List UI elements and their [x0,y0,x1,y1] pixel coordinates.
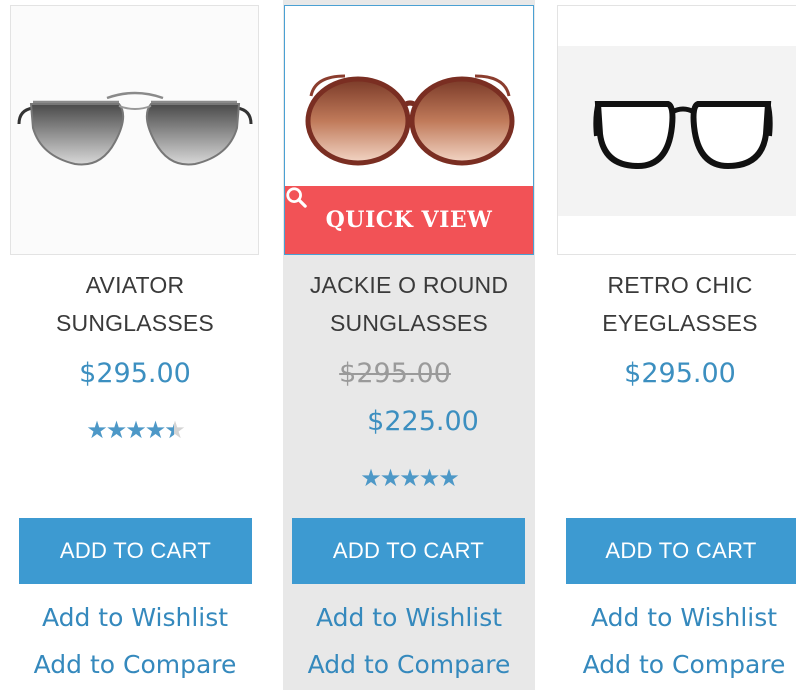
add-to-wishlist-link[interactable]: Add to Wishlist [283,603,535,632]
product-name-line1[interactable]: RETRO CHIC [556,266,796,304]
special-price: $225.00 [367,406,479,437]
add-to-compare-link[interactable]: Add to Compare [283,650,535,679]
product-card-aviator: AVIATOR SUNGLASSES $295.00 ★★★★★ ADD TO … [0,0,270,690]
product-image-retro-chic[interactable] [557,5,796,255]
product-grid: AVIATOR SUNGLASSES $295.00 ★★★★★ ADD TO … [0,0,796,690]
add-to-compare-link[interactable]: Add to Compare [0,650,270,679]
product-image-jackie-o[interactable]: QUICK VIEW [284,5,534,255]
add-to-compare-link[interactable]: Add to Compare [560,650,796,679]
rating-stars: ★★★★★ [283,466,535,490]
product-name-line2[interactable]: SUNGLASSES [283,304,535,342]
product-name-line1[interactable]: JACKIE O ROUND [283,266,535,304]
old-price: $295.00 [339,358,451,389]
add-to-wishlist-link[interactable]: Add to Wishlist [0,603,270,632]
star-icon: ★ [105,416,127,444]
star-icon: ★ [418,464,440,492]
star-icon: ★ [144,416,166,444]
product-card-retro-chic: RETRO CHIC EYEGLASSES $295.00 ADD TO CAR… [548,0,796,690]
search-icon [286,187,307,208]
star-icon: ★ [360,464,381,492]
star-icon: ★ [125,416,146,444]
quick-view-button[interactable]: QUICK VIEW [285,186,533,254]
star-icon: ★ [438,464,459,492]
product-name-jackie-o[interactable]: JACKIE O ROUND SUNGLASSES [283,266,535,342]
quick-view-label[interactable]: QUICK VIEW [326,207,493,233]
product-card-jackie-o: QUICK VIEW JACKIE O ROUND SUNGLASSES $29… [283,0,535,690]
rating-stars: ★★★★★ [0,418,270,442]
product-name-retro-chic[interactable]: RETRO CHIC EYEGLASSES [556,266,796,342]
add-to-cart-button[interactable]: ADD TO CART [566,518,796,584]
product-name-aviator[interactable]: AVIATOR SUNGLASSES [0,266,270,342]
star-icon: ★ [379,464,401,492]
star-icon: ★ [399,464,420,492]
product-image-aviator[interactable] [10,5,259,255]
add-to-wishlist-link[interactable]: Add to Wishlist [560,603,796,632]
product-name-line2[interactable]: SUNGLASSES [0,304,270,342]
half-star-icon: ★ [164,418,185,442]
product-name-line1[interactable]: AVIATOR [0,266,270,304]
product-price: $295.00 [624,358,736,389]
add-to-cart-button[interactable]: ADD TO CART [292,518,525,584]
aviator-sunglasses-image [11,6,258,254]
star-icon: ★ [86,416,107,444]
product-price: $295.00 [79,358,191,389]
product-name-line2[interactable]: EYEGLASSES [556,304,796,342]
retro-chic-eyeglasses-image [558,6,796,254]
add-to-cart-button[interactable]: ADD TO CART [19,518,252,584]
